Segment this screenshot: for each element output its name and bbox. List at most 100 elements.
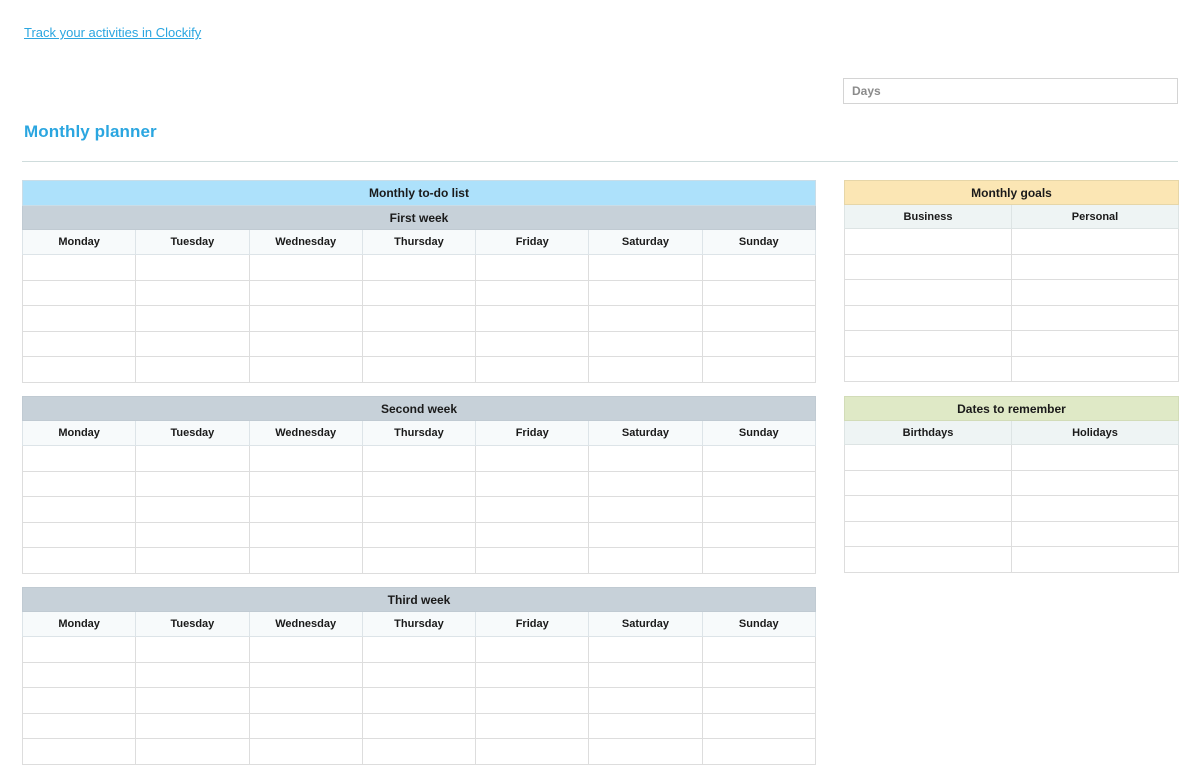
todo-cell-thursday[interactable] <box>361 330 477 357</box>
todo-cell-thursday[interactable] <box>361 521 477 548</box>
todo-cell-tuesday[interactable] <box>135 712 250 739</box>
todo-cell-monday[interactable] <box>21 521 137 548</box>
todo-cell-wednesday[interactable] <box>248 305 363 332</box>
todo-cell-friday[interactable] <box>475 496 590 523</box>
todo-cell-monday[interactable] <box>21 547 137 574</box>
todo-cell-tuesday[interactable] <box>135 496 250 523</box>
todo-cell-monday[interactable] <box>21 356 137 383</box>
todo-cell-friday[interactable] <box>475 356 590 383</box>
todo-cell-tuesday[interactable] <box>135 470 250 497</box>
todo-cell-friday[interactable] <box>475 738 590 765</box>
todo-cell-friday[interactable] <box>475 661 590 688</box>
todo-cell-tuesday[interactable] <box>135 636 250 663</box>
dates-to-remember-cell-holidays[interactable] <box>1011 520 1179 547</box>
todo-cell-monday[interactable] <box>21 712 137 739</box>
todo-cell-sunday[interactable] <box>701 712 817 739</box>
todo-cell-friday[interactable] <box>475 445 590 472</box>
todo-cell-monday[interactable] <box>21 738 137 765</box>
todo-cell-monday[interactable] <box>21 687 137 714</box>
todo-cell-thursday[interactable] <box>361 305 477 332</box>
todo-cell-thursday[interactable] <box>361 712 477 739</box>
todo-cell-saturday[interactable] <box>588 547 703 574</box>
dates-to-remember-cell-holidays[interactable] <box>1011 469 1179 496</box>
todo-cell-tuesday[interactable] <box>135 521 250 548</box>
todo-cell-friday[interactable] <box>475 305 590 332</box>
todo-cell-thursday[interactable] <box>361 636 477 663</box>
todo-cell-saturday[interactable] <box>588 496 703 523</box>
todo-cell-friday[interactable] <box>475 470 590 497</box>
todo-cell-wednesday[interactable] <box>248 738 363 765</box>
todo-cell-sunday[interactable] <box>701 547 817 574</box>
todo-cell-saturday[interactable] <box>588 738 703 765</box>
todo-cell-wednesday[interactable] <box>248 330 363 357</box>
todo-cell-thursday[interactable] <box>361 738 477 765</box>
todo-cell-friday[interactable] <box>475 687 590 714</box>
todo-cell-saturday[interactable] <box>588 445 703 472</box>
todo-cell-tuesday[interactable] <box>135 738 250 765</box>
monthly-goals-cell-personal[interactable] <box>1010 228 1180 255</box>
todo-cell-saturday[interactable] <box>588 687 703 714</box>
todo-cell-wednesday[interactable] <box>248 496 363 523</box>
todo-cell-thursday[interactable] <box>361 687 477 714</box>
dates-to-remember-cell-holidays[interactable] <box>1011 444 1179 471</box>
monthly-goals-cell-personal[interactable] <box>1010 304 1180 331</box>
todo-cell-wednesday[interactable] <box>248 254 363 281</box>
monthly-goals-cell-business[interactable] <box>844 228 1012 255</box>
todo-cell-saturday[interactable] <box>588 712 703 739</box>
todo-cell-monday[interactable] <box>21 470 137 497</box>
track-activities-link[interactable]: Track your activities in Clockify <box>24 25 201 40</box>
todo-cell-tuesday[interactable] <box>135 279 250 306</box>
todo-cell-wednesday[interactable] <box>248 470 363 497</box>
todo-cell-wednesday[interactable] <box>248 521 363 548</box>
monthly-goals-cell-business[interactable] <box>844 304 1012 331</box>
todo-cell-saturday[interactable] <box>588 661 703 688</box>
monthly-goals-cell-business[interactable] <box>844 355 1012 382</box>
todo-cell-thursday[interactable] <box>361 496 477 523</box>
todo-cell-thursday[interactable] <box>361 279 477 306</box>
todo-cell-friday[interactable] <box>475 712 590 739</box>
todo-cell-thursday[interactable] <box>361 547 477 574</box>
todo-cell-wednesday[interactable] <box>248 445 363 472</box>
todo-cell-wednesday[interactable] <box>248 712 363 739</box>
todo-cell-wednesday[interactable] <box>248 687 363 714</box>
todo-cell-sunday[interactable] <box>701 496 817 523</box>
todo-cell-sunday[interactable] <box>701 687 817 714</box>
todo-cell-thursday[interactable] <box>361 254 477 281</box>
todo-cell-friday[interactable] <box>475 330 590 357</box>
todo-cell-sunday[interactable] <box>701 470 817 497</box>
todo-cell-sunday[interactable] <box>701 254 817 281</box>
todo-cell-saturday[interactable] <box>588 636 703 663</box>
todo-cell-thursday[interactable] <box>361 661 477 688</box>
todo-cell-thursday[interactable] <box>361 470 477 497</box>
todo-cell-thursday[interactable] <box>361 356 477 383</box>
dates-to-remember-cell-birthdays[interactable] <box>844 444 1012 471</box>
todo-cell-sunday[interactable] <box>701 305 817 332</box>
todo-cell-sunday[interactable] <box>701 330 817 357</box>
dates-to-remember-cell-holidays[interactable] <box>1011 495 1179 522</box>
todo-cell-monday[interactable] <box>21 279 137 306</box>
monthly-goals-cell-personal[interactable] <box>1010 355 1180 382</box>
todo-cell-sunday[interactable] <box>701 636 817 663</box>
dates-to-remember-cell-birthdays[interactable] <box>844 495 1012 522</box>
todo-cell-monday[interactable] <box>21 254 137 281</box>
dates-to-remember-cell-birthdays[interactable] <box>844 520 1012 547</box>
todo-cell-monday[interactable] <box>21 305 137 332</box>
todo-cell-sunday[interactable] <box>701 356 817 383</box>
todo-cell-friday[interactable] <box>475 254 590 281</box>
todo-cell-saturday[interactable] <box>588 356 703 383</box>
todo-cell-tuesday[interactable] <box>135 356 250 383</box>
todo-cell-wednesday[interactable] <box>248 636 363 663</box>
todo-cell-wednesday[interactable] <box>248 279 363 306</box>
todo-cell-wednesday[interactable] <box>248 661 363 688</box>
todo-cell-sunday[interactable] <box>701 661 817 688</box>
todo-cell-sunday[interactable] <box>701 279 817 306</box>
todo-cell-sunday[interactable] <box>701 521 817 548</box>
todo-cell-tuesday[interactable] <box>135 445 250 472</box>
todo-cell-saturday[interactable] <box>588 521 703 548</box>
todo-cell-wednesday[interactable] <box>248 547 363 574</box>
dates-to-remember-cell-holidays[interactable] <box>1011 546 1179 573</box>
todo-cell-tuesday[interactable] <box>135 330 250 357</box>
dates-to-remember-cell-birthdays[interactable] <box>844 546 1012 573</box>
todo-cell-monday[interactable] <box>21 496 137 523</box>
todo-cell-tuesday[interactable] <box>135 305 250 332</box>
